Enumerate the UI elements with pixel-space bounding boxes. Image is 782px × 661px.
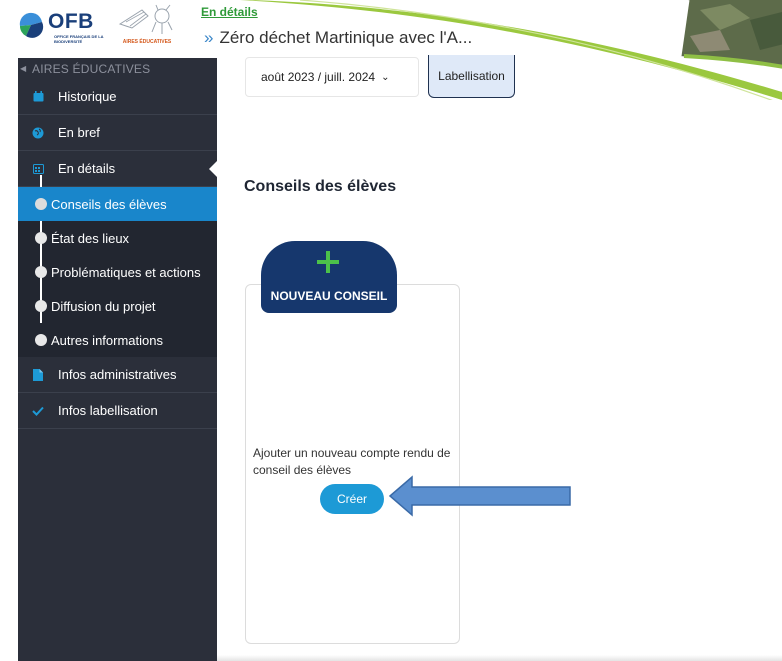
sidebar-item-label: Historique xyxy=(58,89,117,104)
labellisation-button[interactable]: Labellisation xyxy=(428,55,515,98)
leaf-bird-logo-icon xyxy=(118,4,173,34)
sidebar-item-infos-labellisation[interactable]: Infos labellisation xyxy=(18,393,217,429)
sidebar-subitem-label: Autres informations xyxy=(51,332,163,348)
sidebar-item-label: En détails xyxy=(58,161,116,176)
sidebar-section-title: AIRES ÉDUCATIVES xyxy=(32,61,151,76)
bullet-dot-icon xyxy=(35,300,47,312)
bullet-dot-icon xyxy=(35,198,47,210)
sidebar-subitem-label: Conseils des élèves xyxy=(51,196,167,212)
check-icon xyxy=(18,406,58,416)
sidebar-item-en-details[interactable]: En détails xyxy=(18,151,217,187)
bullet-dot-icon xyxy=(35,232,47,244)
sidebar-subitem-label: Diffusion du projet xyxy=(51,298,156,314)
sidebar-sub-list: Conseils des élèves État des lieux Probl… xyxy=(18,175,217,357)
sidebar: ◀ AIRES ÉDUCATIVES Historique En bref En… xyxy=(18,58,217,661)
bottom-divider xyxy=(217,655,782,661)
ofb-logo-mark-icon xyxy=(19,12,44,38)
pointer-arrow-icon xyxy=(388,475,571,517)
sidebar-item-label: Infos administratives xyxy=(58,367,177,382)
active-section-notch-icon xyxy=(209,161,217,177)
section-title: Conseils des élèves xyxy=(244,178,397,195)
sidebar-subitem-problematiques-et-actions[interactable]: Problématiques et actions xyxy=(18,255,217,289)
sidebar-item-label: En bref xyxy=(58,125,100,140)
period-select-value: août 2023 / juill. 2024 xyxy=(261,70,376,84)
period-select[interactable]: août 2023 / juill. 2024 ⌄ xyxy=(245,57,419,97)
aires-logo-text: AIRES ÉDUCATIVES xyxy=(122,39,172,45)
create-button[interactable]: Créer xyxy=(320,484,384,514)
new-council-button[interactable]: NOUVEAU CONSEIL xyxy=(261,241,397,313)
card-description: Ajouter un nouveau compte rendu de conse… xyxy=(253,446,451,477)
sidebar-subitem-label: État des lieux xyxy=(51,230,130,246)
sidebar-subitem-autres-informations[interactable]: Autres informations xyxy=(18,323,217,357)
document-icon xyxy=(18,368,58,381)
calendar-icon xyxy=(18,91,58,102)
sidebar-subitem-conseils-des-eleves[interactable]: Conseils des élèves xyxy=(18,187,217,221)
ofb-logo-text: OFB xyxy=(48,10,94,33)
aires-educatives-logo[interactable]: AIRES ÉDUCATIVES xyxy=(112,2,182,48)
sidebar-item-label: Infos labellisation xyxy=(58,403,158,418)
plus-icon xyxy=(317,251,339,273)
chevron-down-icon: ⌄ xyxy=(381,71,390,83)
sidebar-subitem-etat-des-lieux[interactable]: État des lieux xyxy=(18,221,217,255)
ofb-logo[interactable]: OFB OFFICE FRANÇAIS DE LA BIODIVERSITÉ xyxy=(14,8,114,48)
caret-left-icon: ◀ xyxy=(20,64,27,73)
ofb-logo-subtext: OFFICE FRANÇAIS DE LA BIODIVERSITÉ xyxy=(54,34,104,44)
chevron-right-icon: » xyxy=(204,28,214,47)
sidebar-item-historique[interactable]: Historique xyxy=(18,79,217,115)
sidebar-subitem-diffusion-du-projet[interactable]: Diffusion du projet xyxy=(18,289,217,323)
globe-icon xyxy=(18,127,58,139)
bullet-dot-icon xyxy=(35,334,47,346)
sidebar-subitem-label: Problématiques et actions xyxy=(51,264,201,280)
sidebar-item-infos-administratives[interactable]: Infos administratives xyxy=(18,357,217,393)
sidebar-item-en-bref[interactable]: En bref xyxy=(18,115,217,151)
new-council-label: NOUVEAU CONSEIL xyxy=(270,289,388,303)
bullet-dot-icon xyxy=(35,266,47,278)
sidebar-section-header[interactable]: ◀ AIRES ÉDUCATIVES xyxy=(18,58,217,79)
calendar-grid-icon xyxy=(18,163,58,174)
